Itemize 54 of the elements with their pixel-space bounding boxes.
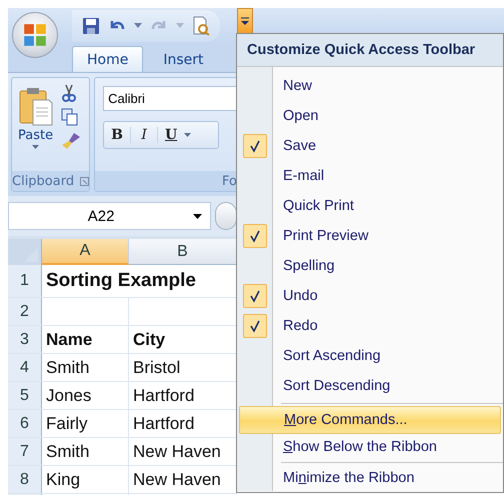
menu-item[interactable]: Quick Print [237, 191, 503, 221]
menu-item[interactable]: Print Preview [237, 221, 503, 251]
table-cell: King [42, 466, 129, 493]
menu-item[interactable]: Sort Ascending [237, 341, 503, 371]
table-cell: Jones [42, 382, 129, 409]
save-icon[interactable] [82, 17, 100, 35]
table-cell: Smith [42, 438, 129, 465]
ribbon-tab[interactable]: Insert [149, 47, 218, 72]
print-preview-icon[interactable] [192, 16, 210, 36]
office-button[interactable] [12, 12, 58, 58]
menu-item[interactable]: Redo [237, 311, 503, 341]
underline-button[interactable]: U [158, 127, 184, 143]
menu-item[interactable]: Save [237, 131, 503, 161]
scissors-icon[interactable] [61, 84, 78, 102]
office-logo-icon [22, 22, 48, 48]
row-header[interactable]: 1 [8, 265, 42, 297]
group-label: Fo [222, 174, 237, 188]
customize-toolbar-button[interactable] [237, 8, 253, 34]
menu-item[interactable]: Spelling [237, 251, 503, 281]
dropdown-icon [241, 16, 249, 26]
dropdown-icon[interactable] [193, 214, 202, 218]
table-cell: Fairly [42, 410, 129, 437]
column-header[interactable]: B [129, 239, 237, 265]
row-header[interactable]: 6 [8, 410, 42, 437]
column-header[interactable]: A [42, 239, 129, 265]
menu-item[interactable]: Open [237, 101, 503, 131]
italic-button[interactable]: I [131, 127, 158, 143]
menu-item[interactable]: More Commands... [239, 406, 501, 434]
menu-item[interactable]: Undo [237, 281, 503, 311]
row-header[interactable]: 3 [8, 326, 42, 353]
menu-item[interactable]: Minimize the Ribbon [237, 465, 503, 491]
row-header[interactable]: 8 [8, 466, 42, 493]
menu-item[interactable]: New [237, 71, 503, 101]
group-label: Clipboard [12, 174, 74, 188]
copy-icon[interactable] [61, 108, 80, 126]
dialog-launcher-icon[interactable] [80, 176, 90, 186]
table-cell: Name [42, 326, 129, 353]
row-header[interactable]: 5 [8, 382, 42, 409]
row-header[interactable]: 4 [8, 354, 42, 381]
menu-item[interactable]: E-mail [237, 161, 503, 191]
ribbon-tab[interactable]: Home [72, 46, 144, 72]
menu-item[interactable]: Sort Descending [237, 371, 503, 401]
clipboard-icon [18, 86, 53, 126]
menu-title: Customize Quick Access Toolbar [237, 34, 503, 67]
row-header[interactable]: 7 [8, 438, 42, 465]
paintbrush-icon[interactable] [61, 132, 82, 150]
row-header[interactable]: 2 [8, 298, 42, 325]
font-name-field[interactable]: Calibri [103, 86, 237, 111]
table-cell: Smith [42, 354, 129, 381]
formula-bar-button[interactable] [215, 202, 237, 230]
bold-button[interactable]: B [104, 127, 132, 143]
menu-item[interactable]: Show Below the Ribbon [237, 434, 503, 460]
name-box[interactable]: A22 [8, 202, 212, 230]
paste-button[interactable]: Paste [18, 82, 54, 167]
